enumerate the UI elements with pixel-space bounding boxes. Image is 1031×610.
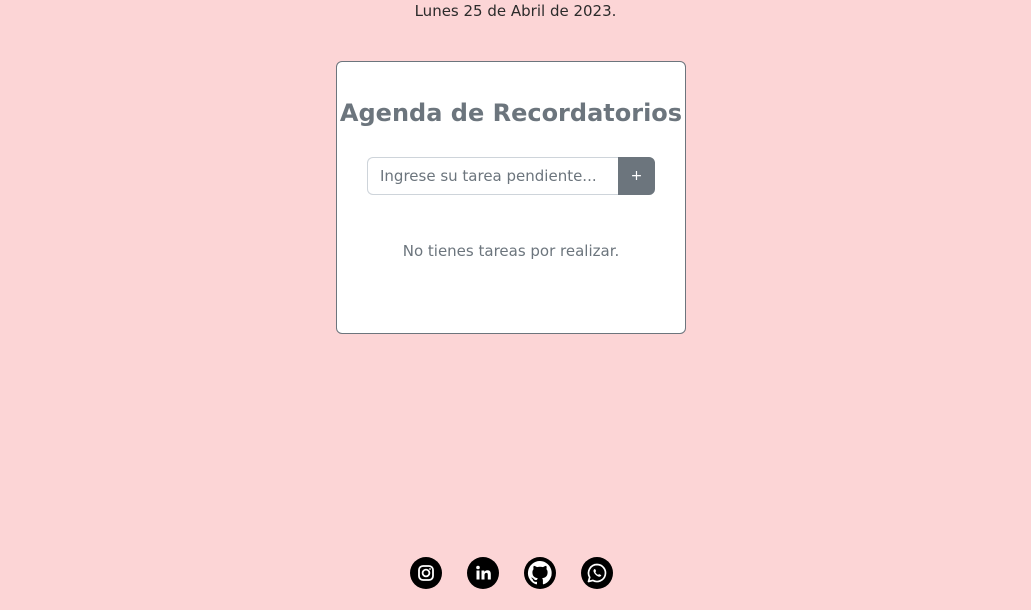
card-title: Agenda de Recordatorios [339,99,683,127]
social-links [410,557,613,589]
github-link[interactable] [524,557,556,589]
reminder-card: Agenda de Recordatorios + No tienes tare… [336,61,686,334]
whatsapp-icon [587,563,607,583]
github-icon [527,560,552,585]
linkedin-link[interactable] [467,557,499,589]
linkedin-icon [476,565,491,580]
task-input-group: + [367,157,655,195]
empty-tasks-message: No tienes tareas por realizar. [402,242,620,260]
whatsapp-link[interactable] [581,557,613,589]
task-input[interactable] [367,157,618,195]
instagram-icon [418,565,434,581]
add-task-button[interactable]: + [618,157,655,195]
current-date: Lunes 25 de Abril de 2023. [414,2,617,20]
instagram-link[interactable] [410,557,442,589]
